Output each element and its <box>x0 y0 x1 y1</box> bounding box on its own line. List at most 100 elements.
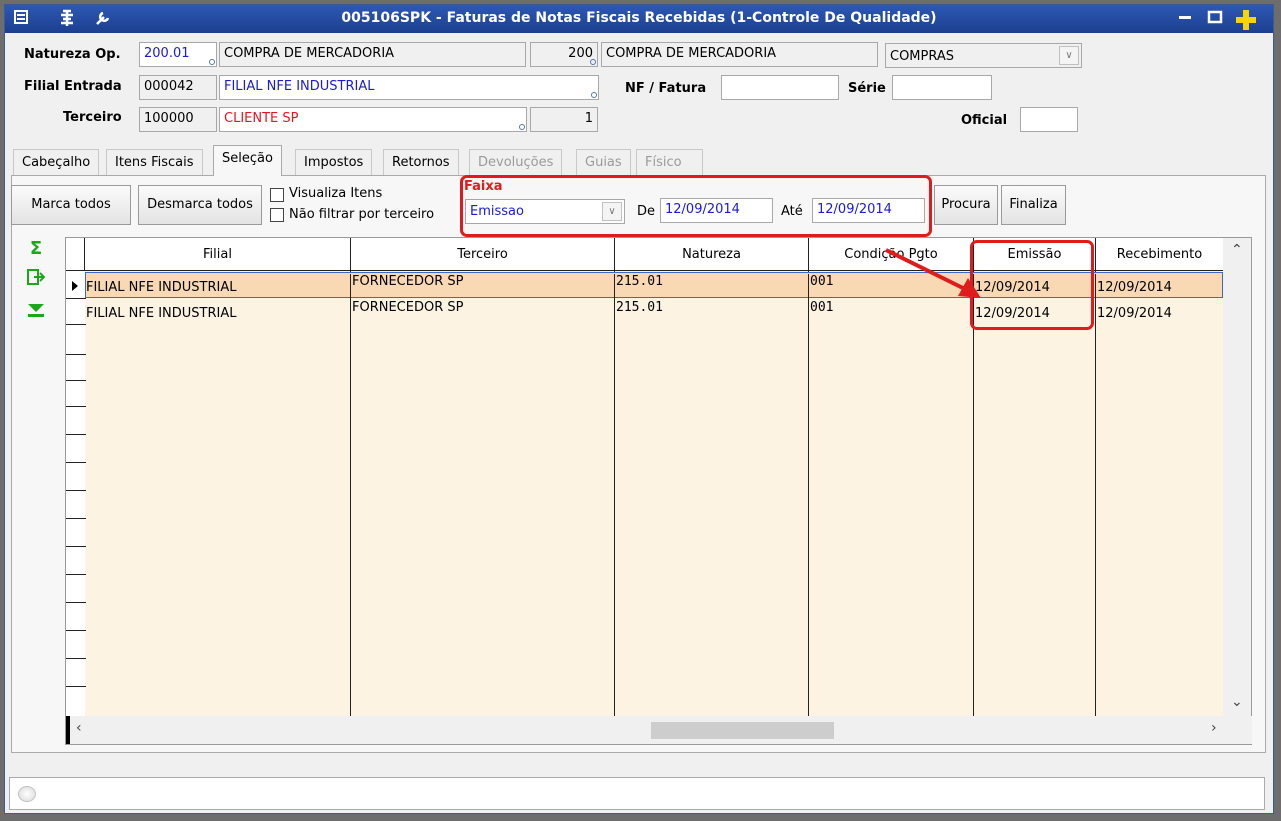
main-window: 005106SPK - Faturas de Notas Fiscais Rec… <box>4 4 1274 814</box>
horizontal-scrollbar[interactable]: ‹ › <box>66 716 1252 744</box>
col-header-terceiro[interactable]: Terceiro <box>351 238 615 271</box>
vertical-scrollbar[interactable]: ⌃ ⌄ <box>1223 238 1251 716</box>
natureza-code-field[interactable]: 200.01 <box>139 42 217 67</box>
cell-natureza[interactable]: 215.01 <box>615 300 809 326</box>
row-pointer-icon <box>72 281 78 291</box>
row-indicator-line <box>66 518 86 519</box>
filial-name-value: FILIAL NFE INDUSTRIAL <box>224 79 375 94</box>
natureza-desc2-field: COMPRA DE MERCADORIA <box>601 42 878 67</box>
cell-filial[interactable]: FILIAL NFE INDUSTRIAL <box>85 300 351 326</box>
scroll-down-icon[interactable]: ⌄ <box>1231 694 1243 710</box>
row-indicator-line <box>66 630 86 631</box>
export-icon[interactable] <box>25 268 47 290</box>
terceiro-label: Terceiro <box>63 110 122 125</box>
natureza-code2-field[interactable]: 200 <box>530 42 598 67</box>
status-bar <box>9 777 1265 810</box>
col-separator <box>614 271 615 716</box>
lookup-icon[interactable] <box>591 92 597 98</box>
terceiro-name-field[interactable]: CLIENTE SP <box>219 107 527 132</box>
minimize-icon[interactable] <box>1175 9 1195 29</box>
ate-date-input[interactable]: 12/09/2014 <box>812 198 925 223</box>
faixa-value: Emissao <box>470 204 524 219</box>
maximize-icon[interactable] <box>1205 9 1225 29</box>
desmarca-todos-button[interactable]: Desmarca todos <box>138 185 262 225</box>
row-indicator-line <box>66 354 86 355</box>
de-label: De <box>637 204 656 219</box>
chevron-down-icon[interactable]: ∨ <box>602 202 622 221</box>
filial-label: Filial Entrada <box>24 79 122 94</box>
natureza-desc-field: COMPRA DE MERCADORIA <box>219 42 526 67</box>
row-indicator-line <box>66 380 86 381</box>
row-indicator-line <box>66 298 86 299</box>
chevron-down-icon[interactable]: ∨ <box>1059 46 1079 65</box>
scroll-left-icon[interactable]: ‹ <box>76 720 82 736</box>
col-separator <box>973 271 974 716</box>
scroll-thumb[interactable] <box>651 722 834 739</box>
col-separator <box>1095 271 1096 716</box>
finaliza-button[interactable]: Finaliza <box>1001 185 1066 225</box>
scroll-right-icon[interactable]: › <box>1211 720 1217 736</box>
faixa-combo[interactable]: Emissao ∨ <box>465 199 625 224</box>
tab-retornos[interactable]: Retornos <box>383 149 459 175</box>
col-separator <box>808 271 809 716</box>
oficial-input[interactable] <box>1020 107 1078 132</box>
tab-cabecalho[interactable]: Cabeçalho <box>13 149 100 175</box>
col-separator <box>350 271 351 716</box>
marca-todos-button[interactable]: Marca todos <box>11 185 131 225</box>
terceiro-code-field: 100000 <box>139 107 217 132</box>
nf-label: NF / Fatura <box>625 81 707 96</box>
row-indicator-line <box>66 686 86 687</box>
row-indicator-line <box>66 434 86 435</box>
tab-selecao[interactable]: Seleção <box>213 145 282 176</box>
de-date-input[interactable]: 12/09/2014 <box>660 198 773 223</box>
scroll-edge <box>66 716 70 744</box>
grid-corner <box>66 238 85 271</box>
terceiro-seq-field: 1 <box>530 107 598 132</box>
terceiro-name-value: CLIENTE SP <box>224 111 299 126</box>
serie-input[interactable] <box>892 75 992 100</box>
tab-devolucoes: Devoluções <box>469 149 563 175</box>
row-indicator-line <box>66 602 86 603</box>
scroll-up-icon[interactable]: ⌃ <box>1231 242 1243 258</box>
cell-terceiro[interactable]: FORNECEDOR SP <box>351 274 615 300</box>
tab-impostos[interactable]: Impostos <box>295 149 373 175</box>
ate-label: Até <box>781 204 803 219</box>
procura-button[interactable]: Procura <box>934 185 998 225</box>
filial-name-field[interactable]: FILIAL NFE INDUSTRIAL <box>219 75 599 100</box>
row-indicator-line <box>66 546 86 547</box>
filter-down-icon[interactable] <box>25 302 47 324</box>
outer-frame: 005106SPK - Faturas de Notas Fiscais Rec… <box>0 0 1281 821</box>
cell-recebimento[interactable]: 12/09/2014 <box>1096 274 1223 300</box>
serie-label: Série <box>848 81 886 96</box>
selection-grid[interactable]: Filial Terceiro Natureza Condição Pgto E… <box>65 237 1252 745</box>
cell-recebimento[interactable]: 12/09/2014 <box>1096 300 1223 326</box>
tipo-combo[interactable]: COMPRAS ∨ <box>885 43 1082 68</box>
row-indicator-line <box>66 574 86 575</box>
visualiza-itens-label: Visualiza Itens <box>289 186 383 201</box>
col-header-recebimento[interactable]: Recebimento <box>1096 238 1223 271</box>
tipo-value: COMPRAS <box>890 49 955 64</box>
add-icon[interactable] <box>1235 9 1256 30</box>
lookup-icon[interactable] <box>209 59 215 65</box>
tab-guias: Guias <box>576 149 631 175</box>
lookup-icon[interactable] <box>590 59 596 65</box>
nao-filtrar-checkbox[interactable] <box>270 208 284 222</box>
filial-code-field: 000042 <box>139 75 217 100</box>
visualiza-itens-checkbox[interactable] <box>270 188 284 202</box>
sum-icon[interactable]: Σ <box>25 238 47 260</box>
cell-terceiro[interactable]: FORNECEDOR SP <box>351 300 615 326</box>
nf-fatura-input[interactable] <box>721 75 839 100</box>
natureza-code2-value: 200 <box>568 46 593 61</box>
nao-filtrar-label: Não filtrar por terceiro <box>289 207 435 222</box>
cell-filial[interactable]: FILIAL NFE INDUSTRIAL <box>85 274 351 300</box>
col-header-filial[interactable]: Filial <box>85 238 351 271</box>
oficial-label: Oficial <box>961 113 1008 128</box>
col-header-natureza[interactable]: Natureza <box>615 238 809 271</box>
tab-itens-fiscais[interactable]: Itens Fiscais <box>106 149 203 175</box>
callout-arrow-icon <box>885 248 981 298</box>
faixa-label: Faixa <box>464 179 503 194</box>
natureza-code-value: 200.01 <box>144 46 190 61</box>
cell-natureza[interactable]: 215.01 <box>615 274 809 300</box>
title-bar[interactable]: 005106SPK - Faturas de Notas Fiscais Rec… <box>5 5 1273 33</box>
lookup-icon[interactable] <box>519 124 525 130</box>
